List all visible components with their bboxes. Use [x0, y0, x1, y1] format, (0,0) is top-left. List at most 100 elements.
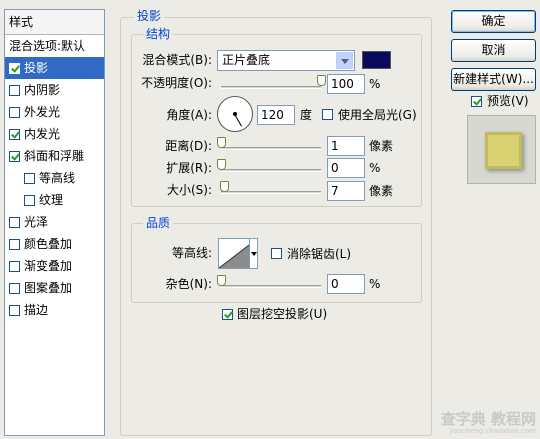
size-slider-thumb[interactable] [220, 181, 229, 192]
style-list-item-label: 颜色叠加 [24, 237, 73, 251]
knockout-checkbox[interactable] [222, 309, 237, 323]
style-list-item-label: 斜面和浮雕 [24, 149, 85, 163]
size-input[interactable]: 7 [327, 181, 365, 201]
spread-input[interactable]: 0 [327, 158, 365, 178]
style-checkbox[interactable] [24, 172, 35, 184]
style-list-item-label: 投影 [24, 61, 49, 75]
cancel-button[interactable]: 取消 [451, 39, 536, 62]
noise-slider-thumb[interactable] [217, 275, 226, 286]
angle-input[interactable]: 120 [257, 105, 295, 125]
style-list-item[interactable]: 斜面和浮雕 [5, 145, 104, 167]
new-style-button[interactable]: 新建样式(W)... [451, 68, 536, 91]
global-light-label[interactable]: 使用全局光(G) [338, 105, 417, 125]
style-list-item-label: 内阴影 [24, 83, 61, 97]
style-checkbox[interactable] [9, 238, 20, 250]
style-checkbox[interactable] [9, 62, 20, 74]
angle-label: 角度(A): [166, 108, 212, 122]
spread-slider-thumb[interactable] [217, 159, 226, 170]
distance-label: 距离(D): [165, 139, 212, 153]
style-list-item[interactable]: 投影 [5, 57, 104, 79]
distance-unit: 像素 [369, 139, 394, 153]
style-list-item[interactable]: 混合选项:默认 [5, 35, 104, 57]
style-checkbox[interactable] [9, 260, 20, 272]
style-list-item-label: 混合选项:默认 [9, 39, 86, 53]
knockout-checkbox-box[interactable] [222, 309, 233, 320]
style-checkbox[interactable] [9, 216, 20, 228]
angle-unit: 度 [300, 108, 313, 122]
preview-label[interactable]: 预览(V) [487, 91, 529, 111]
style-checkbox[interactable] [9, 150, 20, 162]
style-list-item[interactable]: 等高线 [5, 167, 104, 189]
style-list-item-label: 渐变叠加 [24, 259, 73, 273]
structure-group-title: 结构 [143, 27, 174, 41]
style-list-item[interactable]: 图案叠加 [5, 277, 104, 299]
blend-mode-value: 正片叠底 [222, 53, 271, 67]
style-list-item[interactable]: 外发光 [5, 101, 104, 123]
drop-shadow-title: 投影 [134, 9, 165, 23]
preview-checkbox-box[interactable] [471, 96, 482, 107]
quality-group-title: 品质 [143, 216, 174, 230]
anti-alias-checkbox-box[interactable] [271, 248, 282, 259]
style-list-item-label: 外发光 [24, 105, 61, 119]
angle-dial[interactable] [217, 96, 253, 132]
opacity-input[interactable]: 100 [327, 74, 365, 94]
style-checkbox[interactable] [9, 128, 20, 140]
ok-button[interactable]: 确定 [451, 10, 536, 33]
spread-slider-track[interactable] [221, 169, 321, 172]
watermark-line-1: 查字典 教程网 [440, 410, 536, 428]
noise-unit: % [369, 277, 381, 291]
blend-mode-select[interactable]: 正片叠底 [217, 50, 355, 71]
chevron-down-icon[interactable] [336, 52, 353, 69]
contour-label: 等高线: [171, 246, 212, 260]
anti-alias-label[interactable]: 消除锯齿(L) [287, 244, 351, 264]
style-checkbox[interactable] [9, 84, 20, 96]
noise-input[interactable]: 0 [327, 274, 365, 294]
styles-list-panel: 样式 混合选项:默认投影内阴影外发光内发光斜面和浮雕等高线纹理光泽颜色叠加渐变叠… [4, 9, 105, 436]
style-list-item-label: 光泽 [24, 215, 49, 229]
style-list-item[interactable]: 渐变叠加 [5, 255, 104, 277]
knockout-label[interactable]: 图层挖空投影(U) [237, 304, 327, 324]
size-label: 大小(S): [166, 183, 212, 197]
angle-dial-needle [234, 114, 242, 127]
anti-alias-checkbox[interactable] [271, 248, 286, 262]
style-list-item[interactable]: 纹理 [5, 189, 104, 211]
style-list-item-label: 描边 [24, 303, 49, 317]
opacity-slider-thumb[interactable] [317, 75, 326, 86]
preview-sample-square [485, 132, 522, 169]
opacity-slider-track[interactable] [221, 86, 321, 89]
style-checkbox[interactable] [9, 304, 20, 316]
style-list-item[interactable]: 描边 [5, 299, 104, 321]
preview-checkbox[interactable] [471, 96, 486, 110]
distance-input[interactable]: 1 [327, 136, 365, 156]
styles-list-rows: 混合选项:默认投影内阴影外发光内发光斜面和浮雕等高线纹理光泽颜色叠加渐变叠加图案… [5, 35, 104, 321]
style-preview-thumbnail [467, 115, 536, 184]
size-unit: 像素 [369, 184, 394, 198]
blend-mode-label: 混合模式(B): [142, 53, 212, 67]
watermark-line-2: jiaocheng.chazidian.com [449, 427, 536, 435]
global-light-checkbox[interactable] [322, 109, 337, 123]
opacity-label: 不透明度(O): [141, 76, 212, 90]
style-list-item-label: 等高线 [39, 171, 76, 185]
spread-label: 扩展(R): [166, 161, 212, 175]
distance-slider-track[interactable] [221, 147, 321, 150]
styles-list-header: 样式 [5, 10, 104, 35]
style-list-item[interactable]: 内发光 [5, 123, 104, 145]
style-checkbox[interactable] [9, 282, 20, 294]
contour-dropdown-button[interactable] [249, 238, 258, 269]
site-watermark: 查字典 教程网 jiaocheng.chazidian.com [441, 411, 536, 436]
shadow-color-swatch[interactable] [362, 51, 391, 69]
noise-label: 杂色(N): [165, 277, 212, 291]
opacity-unit: % [369, 77, 381, 91]
style-checkbox[interactable] [24, 194, 35, 206]
style-list-item[interactable]: 颜色叠加 [5, 233, 104, 255]
style-checkbox[interactable] [9, 106, 20, 118]
style-list-item[interactable]: 光泽 [5, 211, 104, 233]
noise-slider-track[interactable] [221, 285, 321, 288]
style-list-item-label: 内发光 [24, 127, 61, 141]
style-list-item[interactable]: 内阴影 [5, 79, 104, 101]
distance-slider-thumb[interactable] [217, 137, 226, 148]
style-list-item-label: 图案叠加 [24, 281, 73, 295]
spread-unit: % [369, 161, 381, 175]
size-slider-track[interactable] [221, 191, 321, 194]
global-light-checkbox-box[interactable] [322, 109, 333, 120]
